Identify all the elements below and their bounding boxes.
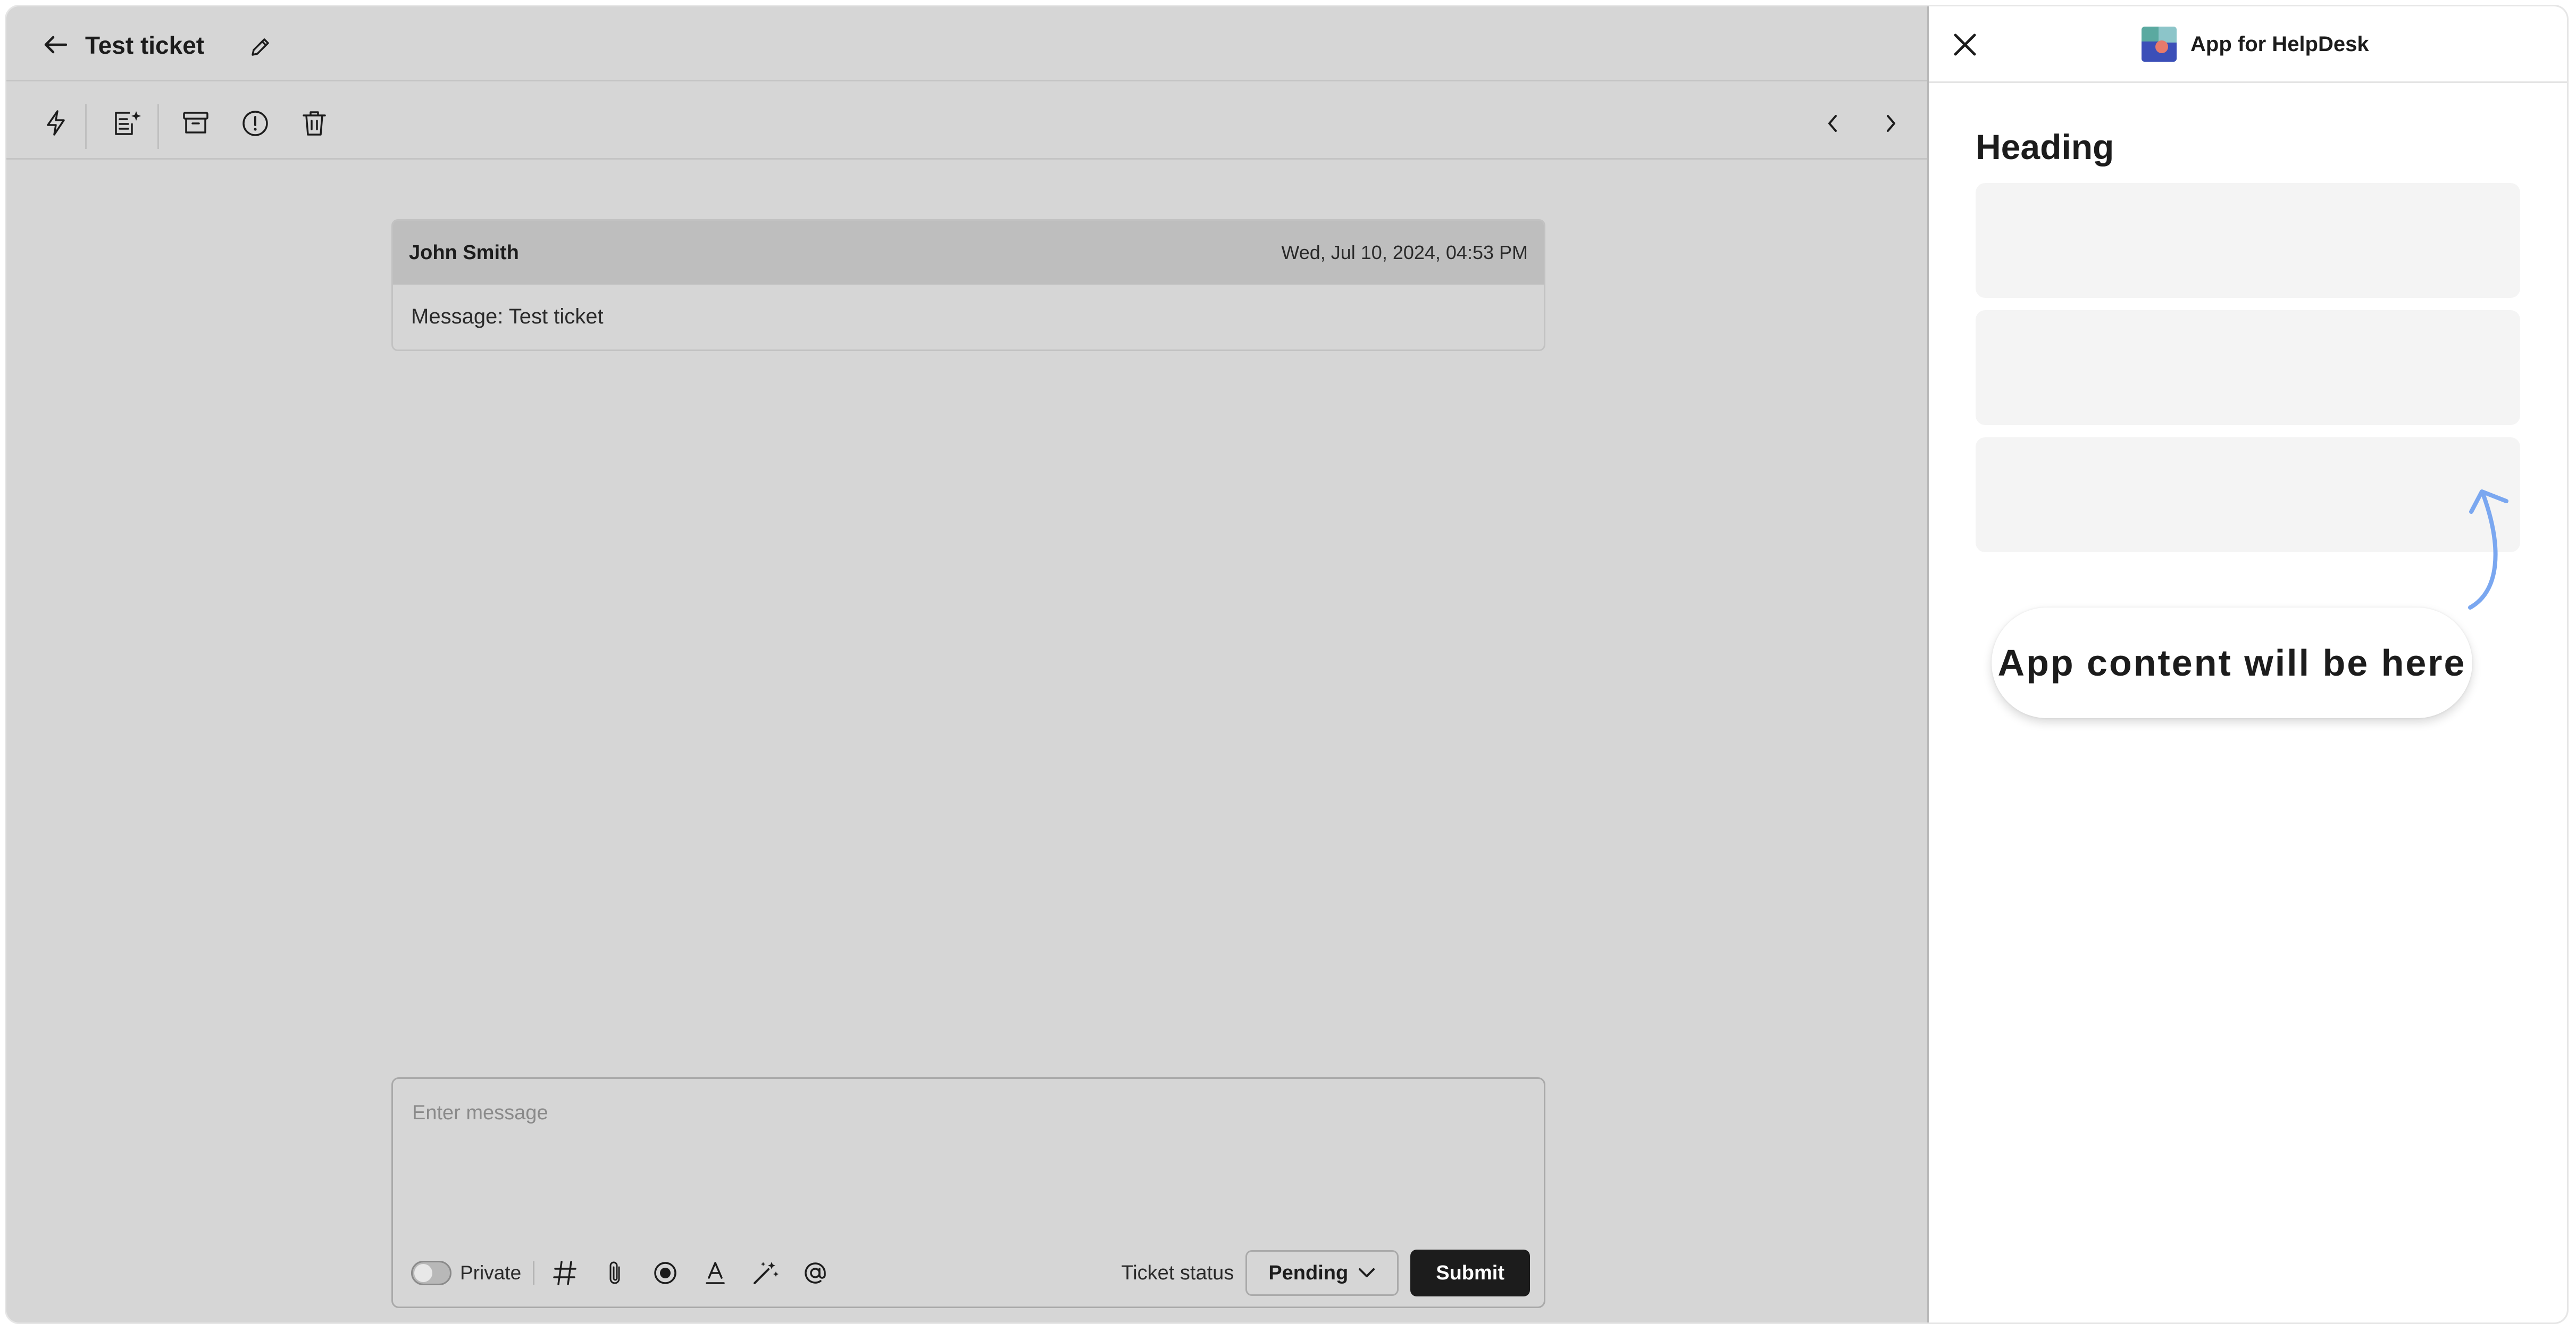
chevron-left-icon[interactable] [1820, 111, 1845, 136]
app-title: App for HelpDesk [2190, 32, 2369, 56]
ticket-status-label: Ticket status [1121, 1261, 1234, 1284]
chevron-right-icon[interactable] [1878, 111, 1904, 136]
archive-box-icon[interactable] [181, 109, 211, 137]
reply-composer: Private [391, 1077, 1545, 1308]
message-input[interactable] [411, 1097, 1523, 1129]
alert-circle-icon[interactable] [240, 109, 270, 138]
ticket-title: Test ticket [85, 31, 205, 59]
private-label: Private [460, 1262, 522, 1284]
document-sparkle-icon[interactable] [111, 109, 143, 138]
placeholder-block [1976, 437, 2520, 552]
composer-toolbar: Private Ticket status Pending Submit [411, 1249, 1530, 1297]
app-panel: App for HelpDesk Heading App content wil… [1927, 6, 2567, 1322]
app-window: Test ticket John Smith Wed, Jul 10, 2024… [6, 6, 2567, 1322]
paperclip-icon[interactable] [599, 1257, 631, 1289]
ticket-view: Test ticket John Smith Wed, Jul 10, 2024… [6, 6, 1927, 1322]
submit-button[interactable]: Submit [1410, 1250, 1530, 1296]
trash-icon[interactable] [300, 109, 329, 138]
placeholder-block [1976, 310, 2520, 425]
pencil-icon[interactable] [246, 33, 274, 62]
message-body: Message: Test ticket [411, 305, 604, 328]
composer-divider [533, 1261, 535, 1285]
arrow-left-icon[interactable] [38, 32, 72, 57]
magic-wand-icon[interactable] [749, 1257, 781, 1289]
toolbar-divider [85, 104, 87, 149]
message-header: John Smith Wed, Jul 10, 2024, 04:53 PM [393, 221, 1544, 285]
app-panel-header: App for HelpDesk [1929, 6, 2567, 83]
lightning-icon[interactable] [41, 109, 70, 137]
app-content-callout: App content will be here [1992, 608, 2472, 718]
message-date: Wed, Jul 10, 2024, 04:53 PM [1281, 242, 1528, 263]
hashtag-icon[interactable] [549, 1257, 581, 1289]
app-heading: Heading [1976, 127, 2114, 167]
toolbar-divider [157, 104, 159, 149]
app-title-group: App for HelpDesk [2142, 26, 2369, 63]
placeholder-block [1976, 183, 2520, 298]
chevron-down-icon [1359, 1268, 1375, 1277]
curved-arrow-icon [2468, 489, 2508, 610]
ticket-status-select[interactable]: Pending [1245, 1250, 1399, 1296]
ticket-toolbar [6, 83, 1927, 160]
private-toggle[interactable] [411, 1261, 451, 1285]
app-logo-icon [2142, 27, 2177, 62]
at-mention-icon[interactable] [799, 1257, 831, 1289]
message-author: John Smith [409, 241, 519, 264]
ticket-status-value: Pending [1268, 1261, 1349, 1284]
message-card: John Smith Wed, Jul 10, 2024, 04:53 PM M… [391, 219, 1545, 351]
ticket-header: Test ticket [6, 6, 1927, 81]
text-format-icon[interactable] [699, 1257, 731, 1289]
record-icon[interactable] [649, 1257, 681, 1289]
close-icon[interactable] [1948, 28, 1982, 62]
